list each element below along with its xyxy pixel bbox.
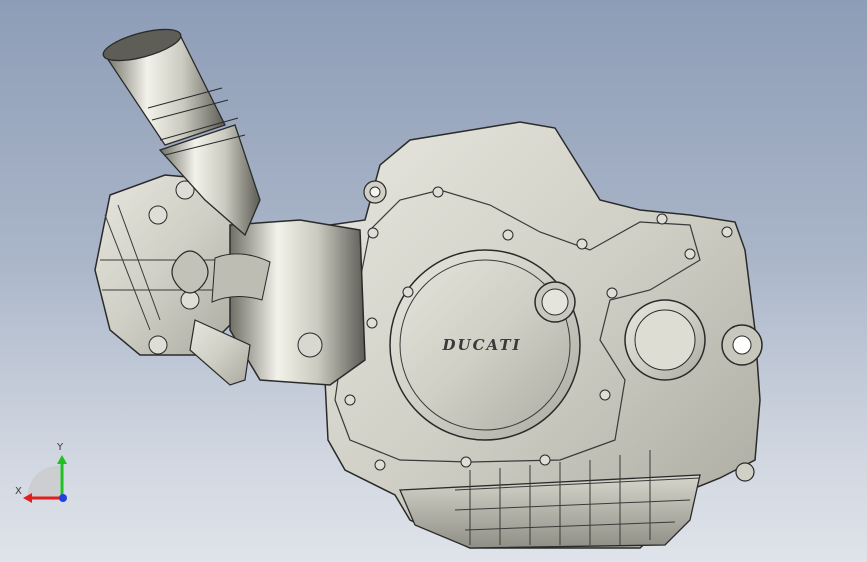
barrel-plug <box>297 332 323 358</box>
ignition-cover-inner <box>634 309 696 371</box>
mounting-hole-top <box>369 186 381 198</box>
mounting-hole <box>732 335 752 355</box>
brand-logo: DUCATI <box>441 336 521 354</box>
triad-y-label: Y <box>57 442 64 453</box>
triad-x-label: X <box>15 486 22 497</box>
triad-plane <box>27 465 60 500</box>
cylinder-barrel[interactable] <box>229 219 366 386</box>
intake-port <box>211 253 271 303</box>
orientation-triad[interactable] <box>10 438 80 510</box>
engine-model[interactable]: DUCATI <box>0 0 867 562</box>
triad-y-arrow <box>57 455 67 464</box>
mounting-lug-bottom[interactable] <box>735 462 755 482</box>
cad-viewport[interactable]: DUCATI Y X <box>0 0 867 562</box>
triad-z-axis <box>59 494 67 502</box>
oil-filler-cap-inner <box>541 288 569 316</box>
triad-x-arrow <box>23 493 32 503</box>
